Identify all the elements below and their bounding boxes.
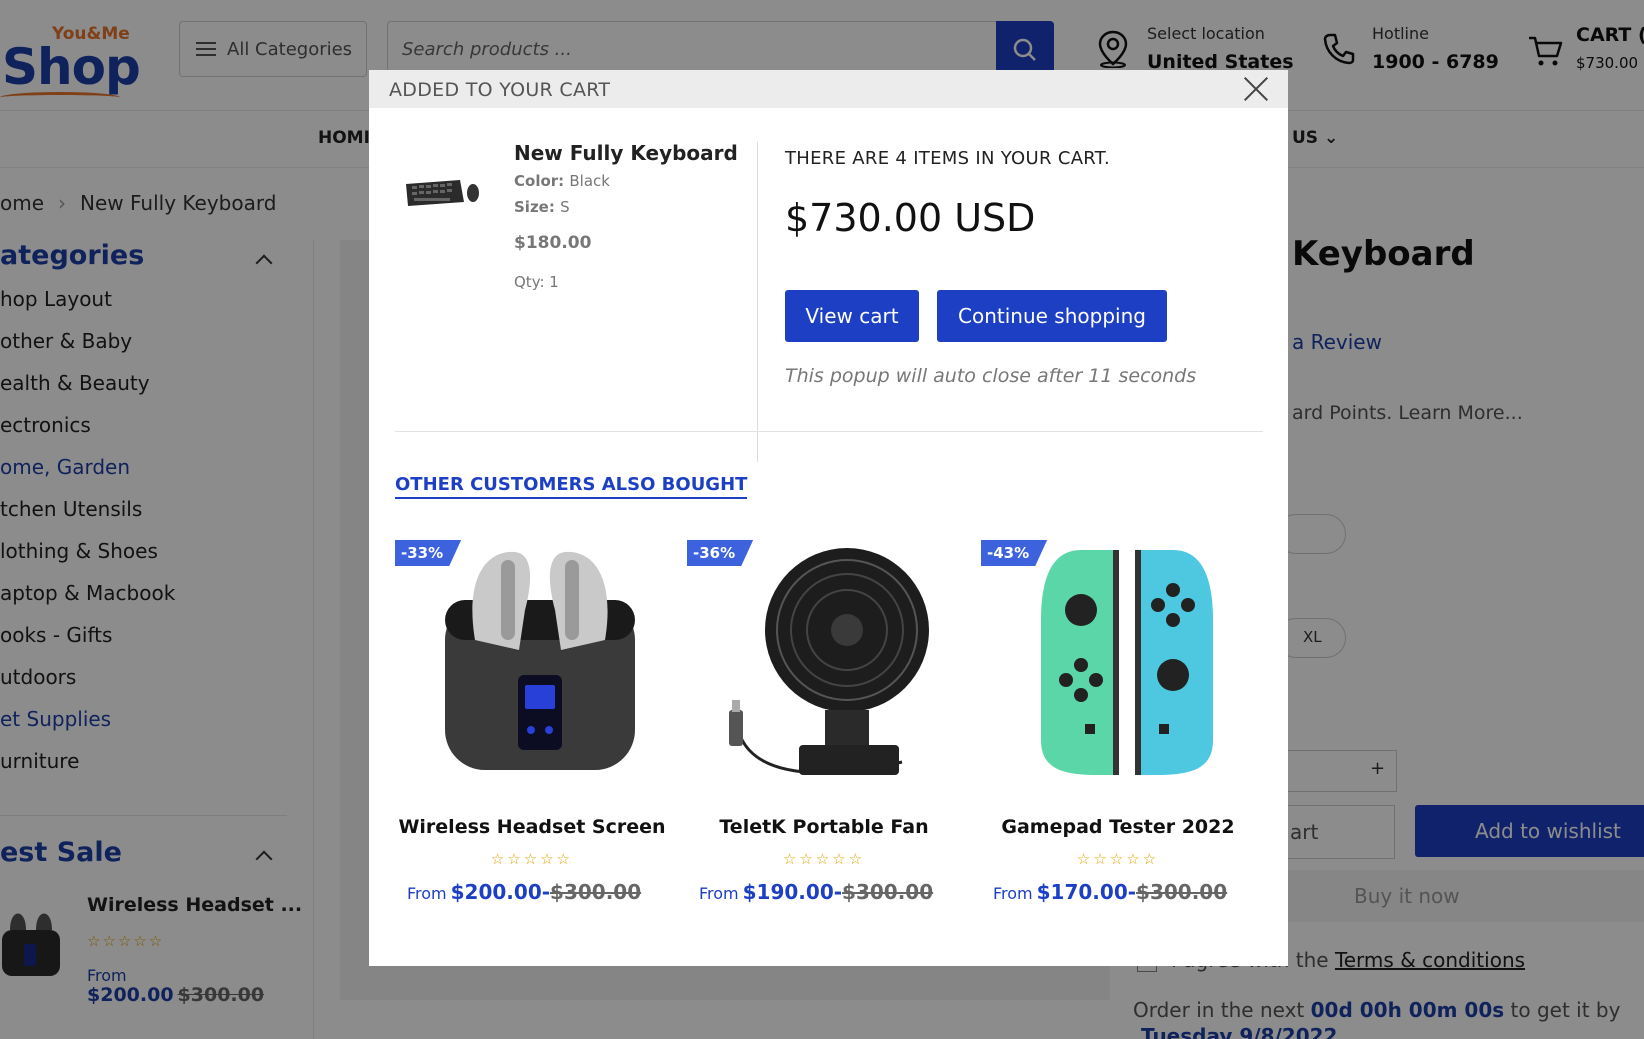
- old-price: $300.00: [550, 880, 642, 904]
- cart-product-price: $180.00: [514, 233, 592, 253]
- earbuds-image: [445, 551, 635, 770]
- added-to-cart-modal: ADDED TO YOUR CART New Fully Keyboard Co…: [369, 70, 1288, 966]
- recommended-product-card[interactable]: -43% Gamepad Tester 2022 ☆☆☆☆☆ From $170.…: [981, 540, 1271, 920]
- fan-image: [729, 548, 929, 775]
- cart-product-size: Size: S: [514, 198, 570, 216]
- current-price: $200.00: [450, 880, 542, 904]
- cart-product-color: Color: Black: [514, 172, 610, 190]
- auto-close-notice: This popup will auto close after 11 seco…: [785, 365, 1197, 387]
- modal-title: ADDED TO YOUR CART: [389, 79, 611, 101]
- old-price: $300.00: [842, 880, 934, 904]
- recommended-product-card[interactable]: -33% Wireless Headset Screen ☆☆☆☆☆ From $…: [395, 540, 685, 920]
- rating-stars: ☆☆☆☆☆: [1076, 850, 1160, 868]
- cart-product-name[interactable]: New Fully Keyboard: [514, 141, 738, 165]
- size-label: Size:: [514, 198, 555, 216]
- view-cart-button[interactable]: View cart: [785, 290, 919, 342]
- recommended-product-price: From $200.00-$300.00: [407, 880, 641, 904]
- price-dash: -: [1127, 880, 1137, 904]
- continue-shopping-button[interactable]: Continue shopping: [937, 290, 1167, 342]
- gamepad-image: [1041, 550, 1213, 775]
- keyboard-thumbnail: [406, 180, 479, 206]
- recommended-product-name[interactable]: Gamepad Tester 2022: [981, 816, 1255, 838]
- close-icon[interactable]: [1242, 75, 1270, 103]
- recommended-product-name[interactable]: TeletK Portable Fan: [687, 816, 961, 838]
- price-from-label: From: [993, 884, 1033, 903]
- old-price: $300.00: [1136, 880, 1228, 904]
- recommended-product-price: From $190.00-$300.00: [699, 880, 933, 904]
- current-price: $190.00: [742, 880, 834, 904]
- color-label: Color:: [514, 172, 565, 190]
- also-bought-title: OTHER CUSTOMERS ALSO BOUGHT: [395, 474, 748, 499]
- price-dash: -: [541, 880, 551, 904]
- cart-item-count: THERE ARE 4 ITEMS IN YOUR CART.: [785, 148, 1110, 169]
- modal-divider-vertical: [757, 142, 758, 462]
- current-price: $170.00: [1036, 880, 1128, 904]
- rating-stars: ☆☆☆☆☆: [490, 850, 574, 868]
- modal-header: ADDED TO YOUR CART: [369, 70, 1288, 108]
- price-dash: -: [833, 880, 843, 904]
- modal-divider-horizontal: [395, 431, 1263, 432]
- cart-total: $730.00 USD: [785, 196, 1036, 240]
- price-from-label: From: [699, 884, 739, 903]
- color-value: Black: [569, 172, 610, 190]
- rating-stars: ☆☆☆☆☆: [782, 850, 866, 868]
- size-value: S: [560, 198, 570, 216]
- price-from-label: From: [407, 884, 447, 903]
- recommended-product-name[interactable]: Wireless Headset Screen: [395, 816, 669, 838]
- recommended-product-card[interactable]: -36% TeletK Portable Fan ☆☆☆☆☆ From $190.…: [687, 540, 977, 920]
- cart-product-qty: Qty: 1: [514, 273, 559, 291]
- recommended-product-price: From $170.00-$300.00: [993, 880, 1227, 904]
